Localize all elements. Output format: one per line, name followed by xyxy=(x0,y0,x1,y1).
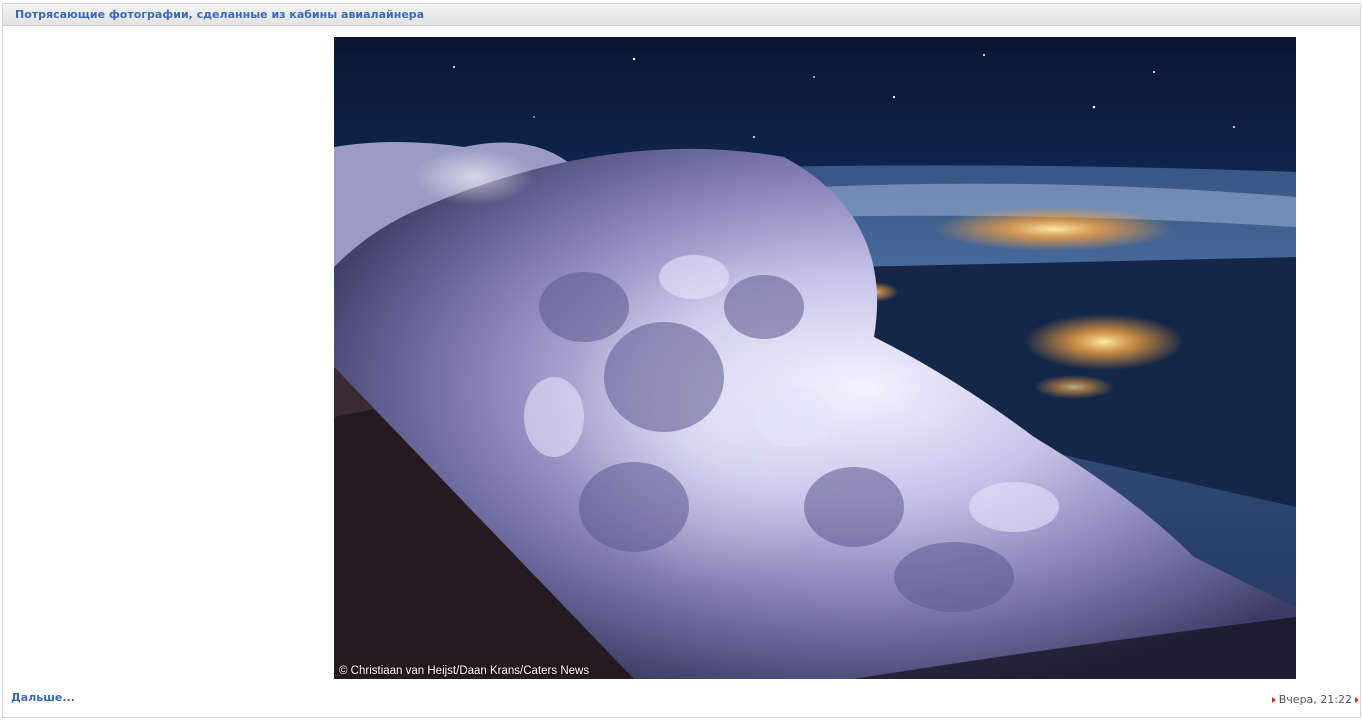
arrow-right-icon xyxy=(1355,697,1359,703)
read-more-link[interactable]: Дальше... xyxy=(11,691,75,704)
post-photo: © Christiaan van Heijst/Daan Krans/Cater… xyxy=(334,37,1296,679)
post-date: Вчера, 21:22 xyxy=(1271,693,1359,706)
arrow-right-icon xyxy=(1271,697,1276,703)
post-title-link[interactable]: Потрясающие фотографии, сделанные из каб… xyxy=(15,8,424,21)
storm-cloud-image xyxy=(334,37,1296,679)
news-post: Потрясающие фотографии, сделанные из каб… xyxy=(2,3,1361,718)
photo-caption: © Christiaan van Heijst/Daan Krans/Cater… xyxy=(339,665,590,677)
post-date-text: Вчера, 21:22 xyxy=(1278,693,1352,706)
